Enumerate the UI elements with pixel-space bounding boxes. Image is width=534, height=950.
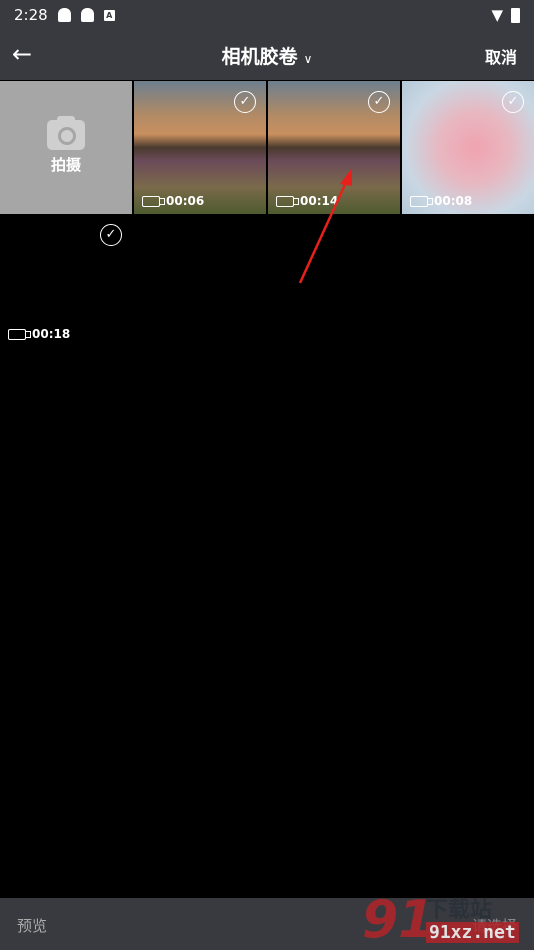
watermark-logo: 91 下载站 91xz.net xyxy=(362,890,534,950)
preview-button[interactable]: 预览 xyxy=(17,915,47,936)
watermark-mark: 91 xyxy=(362,890,435,950)
arrow-head xyxy=(340,168,352,186)
annotation-arrow xyxy=(298,168,352,284)
arrow-line xyxy=(298,177,350,284)
watermark-url: 91xz.net xyxy=(426,922,519,943)
watermark-text: 下载站 xyxy=(426,898,493,923)
